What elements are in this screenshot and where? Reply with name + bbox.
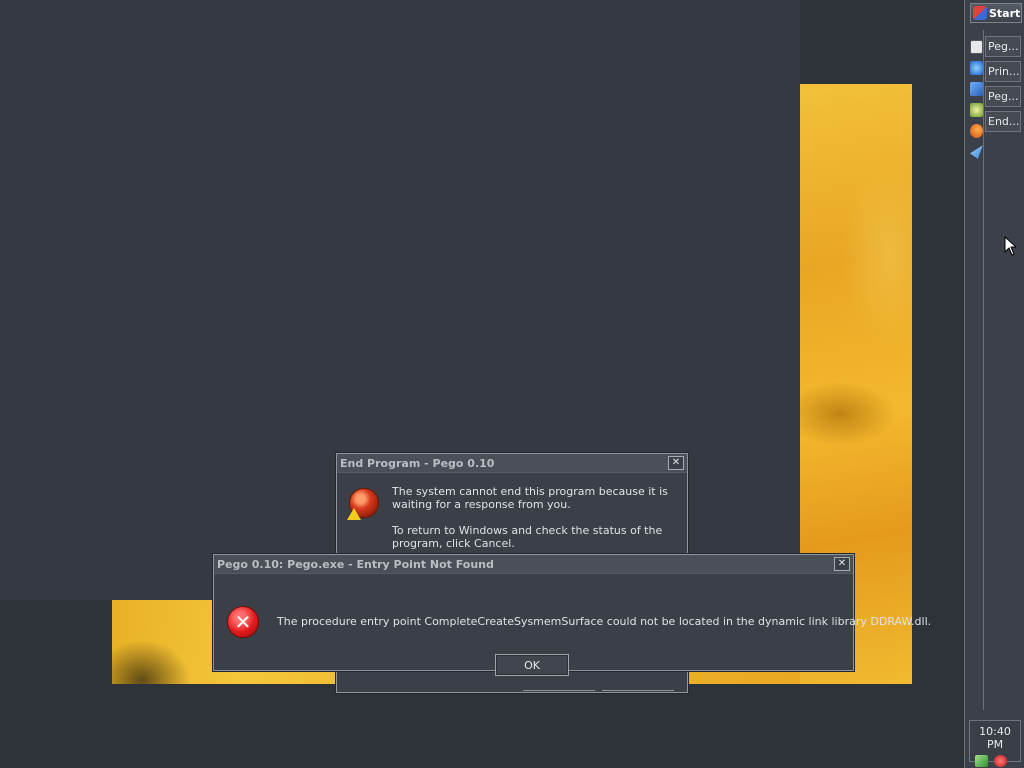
task-button-end-program[interactable]: End... bbox=[985, 111, 1021, 132]
end-program-message-1: The system cannot end this program becau… bbox=[392, 485, 668, 511]
music-icon[interactable] bbox=[970, 103, 983, 117]
entry-point-title: Pego 0.10: Pego.exe - Entry Point Not Fo… bbox=[217, 557, 494, 571]
entry-point-titlebar[interactable]: Pego 0.10: Pego.exe - Entry Point Not Fo… bbox=[214, 555, 853, 574]
end-now-button-hidden bbox=[523, 690, 595, 698]
task-list: Peg... Prin... Peg... End... bbox=[985, 36, 1021, 132]
messenger-icon[interactable] bbox=[970, 145, 983, 159]
firefox-icon[interactable] bbox=[970, 124, 983, 138]
windows-logo-icon bbox=[973, 6, 987, 20]
tray-icons bbox=[970, 751, 1020, 767]
clock[interactable]: 10:40 PM bbox=[970, 725, 1020, 751]
taskbar: Start Peg... Prin... Peg... End... 10:40… bbox=[964, 0, 1024, 768]
entry-point-close-button[interactable]: ✕ bbox=[834, 557, 850, 571]
notepad-icon[interactable] bbox=[970, 40, 983, 54]
network-icon[interactable] bbox=[975, 755, 988, 767]
task-button-pego[interactable]: Peg... bbox=[985, 36, 1021, 57]
start-label: Start bbox=[989, 6, 1021, 20]
media-icon[interactable] bbox=[970, 82, 983, 96]
error-icon: ✕ bbox=[227, 606, 259, 638]
warning-icon bbox=[347, 508, 361, 520]
entry-point-error-dialog: Pego 0.10: Pego.exe - Entry Point Not Fo… bbox=[213, 554, 931, 676]
ie-icon[interactable] bbox=[970, 61, 983, 75]
entry-point-message: The procedure entry point CompleteCreate… bbox=[277, 615, 932, 628]
end-program-close-button[interactable]: ✕ bbox=[668, 456, 684, 470]
end-program-title: End Program - Pego 0.10 bbox=[340, 456, 495, 470]
mouse-cursor-icon bbox=[1004, 236, 1016, 256]
security-alert-icon[interactable] bbox=[994, 755, 1007, 767]
start-button[interactable]: Start bbox=[970, 3, 1022, 23]
task-button-pego-2[interactable]: Peg... bbox=[985, 86, 1021, 107]
end-program-titlebar[interactable]: End Program - Pego 0.10 ✕ bbox=[337, 454, 687, 473]
task-button-print[interactable]: Prin... bbox=[985, 61, 1021, 82]
cancel-button-hidden bbox=[602, 690, 674, 698]
end-program-message: The system cannot end this program becau… bbox=[392, 485, 672, 550]
entry-point-body: ✕ The procedure entry point CompleteCrea… bbox=[214, 574, 931, 676]
taskbar-separator bbox=[983, 30, 984, 710]
quick-launch bbox=[970, 40, 984, 159]
system-tray: 10:40 PM bbox=[969, 720, 1021, 767]
end-program-message-2: To return to Windows and check the statu… bbox=[392, 524, 663, 550]
ok-button[interactable]: OK bbox=[495, 654, 569, 676]
